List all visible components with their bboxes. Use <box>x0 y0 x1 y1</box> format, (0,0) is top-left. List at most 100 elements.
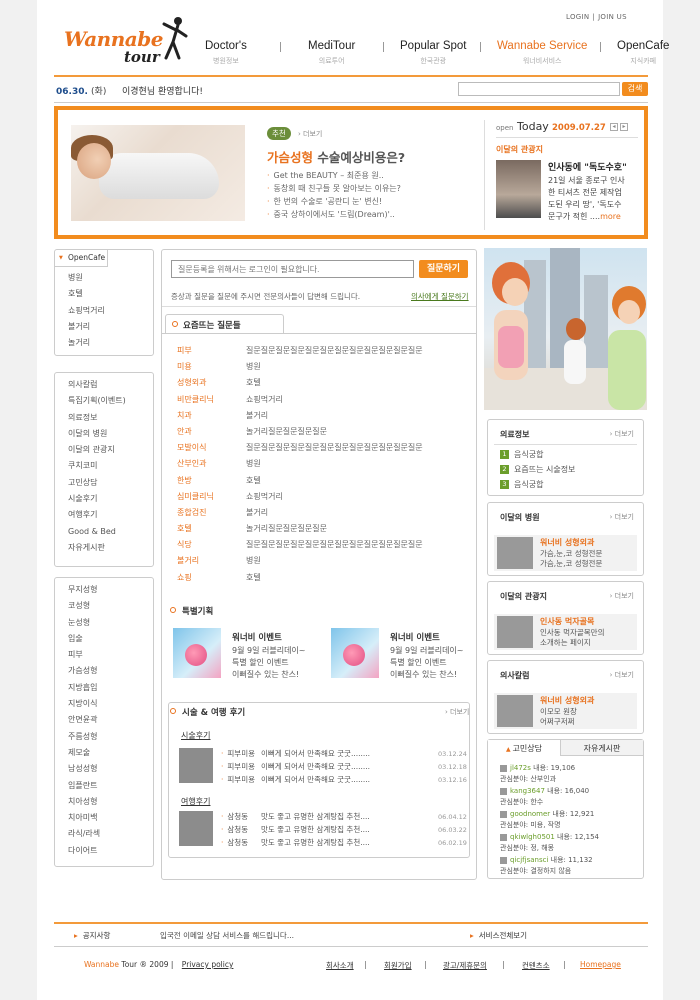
menu-item[interactable]: 여행후기 <box>68 507 153 523</box>
menu-item[interactable]: 임플란트 <box>68 778 153 794</box>
opencafe-item[interactable]: 볼거리 <box>68 319 153 335</box>
menu-item[interactable]: 입술 <box>68 631 153 647</box>
menu-item[interactable]: 시술후기 <box>68 491 153 507</box>
menu-item[interactable]: 의사칼럼 <box>68 377 153 393</box>
list-item[interactable]: 삼청동맛도 좋고 유명한 삼계탕집 추천.... <box>221 837 369 848</box>
list-item[interactable]: qkiwlgh0501 내용: 12,154 관심분야: 정, 해몽 <box>500 832 599 853</box>
event-title[interactable]: 워너비 이벤트 <box>232 631 282 643</box>
search-input[interactable] <box>458 82 620 96</box>
table-row[interactable]: 심미클리닉 쇼핑먹거리 <box>177 491 467 507</box>
menu-item[interactable]: 눈성형 <box>68 615 153 631</box>
list-item[interactable]: 피부미용이뻐게 되어서 만족해요 굿굿........ <box>221 748 370 759</box>
menu-item[interactable]: 안면윤곽 <box>68 712 153 728</box>
review-thumbnail[interactable] <box>179 811 213 846</box>
table-row[interactable]: 종합검진 볼거리 <box>177 507 467 523</box>
table-row[interactable]: 호텔 놀거리질문질문질문질문 <box>177 523 467 539</box>
menu-item[interactable]: 이달의 병원 <box>68 426 153 442</box>
footer-link-ads[interactable]: 광고/제휴문의 <box>443 960 487 971</box>
tab-trending-questions[interactable]: 요즘뜨는 질문들 <box>165 314 284 333</box>
table-row[interactable]: 쇼핑 호텔 <box>177 572 467 588</box>
travel-reviews-link[interactable]: 여행후기 <box>181 796 210 807</box>
hero-more-link[interactable]: › 더보기 <box>298 129 322 139</box>
login-link[interactable]: LOGIN <box>566 13 589 21</box>
list-item[interactable]: qicjfjsansci 내용: 11,132 관심분야: 결정하지 않음 <box>500 855 593 876</box>
table-row[interactable]: 성형외과 호텔 <box>177 377 467 393</box>
list-item[interactable]: 삼청동맛도 좋고 유명한 삼계탕집 추천.... <box>221 824 369 835</box>
event-title[interactable]: 워너비 이벤트 <box>390 631 440 643</box>
ask-doctor-link[interactable]: 의사에게 질문하기 <box>411 291 469 302</box>
notice-label[interactable]: 공지사항 <box>74 930 111 941</box>
illustration-banner[interactable] <box>484 248 647 410</box>
table-row[interactable]: 치과 볼거리 <box>177 410 467 426</box>
list-item[interactable]: jl472s 내용: 19,106 관심분야: 산부인과 <box>500 763 575 784</box>
opencafe-item[interactable]: 놀거리 <box>68 335 153 351</box>
table-row[interactable]: 미용 병원 <box>177 361 467 377</box>
prev-arrow-icon[interactable]: ◂ <box>610 123 618 131</box>
nav-meditour[interactable]: MediTour 의료투어 <box>308 40 355 66</box>
list-item[interactable]: 피부미용이뻐게 되어서 만족해요 굿굿........ <box>221 774 370 785</box>
treatment-reviews-link[interactable]: 시술후기 <box>181 730 210 741</box>
menu-item[interactable]: 고민상담 <box>68 475 153 491</box>
footer-link-company[interactable]: 회사소개 <box>326 960 354 971</box>
notice-message[interactable]: 입국전 이메일 상담 서비스를 해드립니다... <box>160 930 294 941</box>
menu-item[interactable]: 피부 <box>68 647 153 663</box>
menu-item[interactable]: 지방이식 <box>68 696 153 712</box>
logo[interactable]: Wannabe tour <box>64 14 189 69</box>
opencafe-item[interactable]: 병원 <box>68 270 153 286</box>
footer-link-contents[interactable]: 컨텐츠소 <box>522 960 550 971</box>
menu-item[interactable]: 특집기획(이벤트) <box>68 393 153 409</box>
nav-popular-spot[interactable]: Popular Spot 한국관광 <box>400 40 467 66</box>
hero-list-item[interactable]: 동창회 때 친구들 못 알아보는 이유는? <box>267 182 401 195</box>
menu-item[interactable]: 주름성형 <box>68 729 153 745</box>
column-card[interactable]: 워너비 성형외과 이모모 원장 어쩌구저쩌 <box>494 693 637 729</box>
menu-item[interactable]: 남성성형 <box>68 761 153 777</box>
menu-item[interactable]: 가슴성형 <box>68 663 153 679</box>
menu-item[interactable]: 다이어트 <box>68 843 153 859</box>
hero-photo[interactable] <box>71 125 245 221</box>
table-row[interactable]: 산부인과 병원 <box>177 458 467 474</box>
list-item[interactable]: 2 요즘뜨는 시술정보 <box>500 464 575 475</box>
footer-link-join[interactable]: 회원가입 <box>384 960 412 971</box>
menu-item[interactable]: 쿠치코미 <box>68 458 153 474</box>
news-title[interactable]: 인사동에 "독도수호" <box>548 160 627 173</box>
menu-item[interactable]: 의료정보 <box>68 410 153 426</box>
nav-doctors[interactable]: Doctor's 병원정보 <box>205 40 247 66</box>
table-row[interactable]: 비만클리닉 쇼핑먹거리 <box>177 394 467 410</box>
table-row[interactable]: 한방 호텔 <box>177 475 467 491</box>
hero-title[interactable]: 가슴성형 수술예상비용은? <box>267 147 405 166</box>
tour-more[interactable]: › 더보기 <box>610 591 634 601</box>
hero-list-item[interactable]: Get the BEAUTY – 최준용 원.. <box>267 169 401 182</box>
menu-item[interactable]: Good & Bed <box>68 524 153 540</box>
menu-item[interactable]: 치아성형 <box>68 794 153 810</box>
menu-item[interactable]: 무지성형 <box>68 582 153 598</box>
opencafe-item[interactable]: 호텔 <box>68 286 153 302</box>
list-item[interactable]: 1 음식궁합 <box>500 449 543 460</box>
menu-item[interactable]: 지방흡입 <box>68 680 153 696</box>
question-input[interactable] <box>171 260 414 278</box>
list-item[interactable]: kang3647 내용: 16,040 관심분야: 한수 <box>500 786 589 807</box>
opencafe-item[interactable]: 쇼핑먹거리 <box>68 303 153 319</box>
menu-item[interactable]: 치아미백 <box>68 810 153 826</box>
menu-item[interactable]: 자유게시판 <box>68 540 153 556</box>
hero-list-item[interactable]: 중국 상하이에서도 '드림(Dream)'.. <box>267 208 401 221</box>
list-item[interactable]: goodnomer 내용: 12,921 관심분야: 미용, 작명 <box>500 809 594 830</box>
list-item[interactable]: 3 음식궁합 <box>500 479 543 490</box>
list-item[interactable]: 피부미용이뻐게 되어서 만족해요 굿굿........ <box>221 761 370 772</box>
table-row[interactable]: 볼거리 병원 <box>177 555 467 571</box>
menu-item[interactable]: 제모술 <box>68 745 153 761</box>
next-arrow-icon[interactable]: ▸ <box>620 123 628 131</box>
join-link[interactable]: JOIN US <box>598 13 627 21</box>
menu-item[interactable]: 이달의 관광지 <box>68 442 153 458</box>
opencafe-tab[interactable]: OpenCafe <box>55 250 108 267</box>
event-image[interactable] <box>173 628 221 678</box>
news-thumbnail[interactable] <box>496 160 541 218</box>
hospital-more[interactable]: › 더보기 <box>610 512 634 522</box>
table-row[interactable]: 피부 질문질문질문질문질문질문질문질문질문질문질문질문 <box>177 345 467 361</box>
menu-item[interactable]: 라식/라섹 <box>68 826 153 842</box>
search-button[interactable]: 검색 <box>622 82 648 96</box>
table-row[interactable]: 식당 질문질문질문질문질문질문질문질문질문질문질문질문 <box>177 539 467 555</box>
menu-item[interactable]: 코성형 <box>68 598 153 614</box>
all-services-link[interactable]: 서비스전체보기 <box>470 930 527 941</box>
list-item[interactable]: 삼청동맛도 좋고 유명한 삼계탕집 추천.... <box>221 811 369 822</box>
table-row[interactable]: 모발이식 질문질문질문질문질문질문질문질문질문질문질문질문 <box>177 442 467 458</box>
